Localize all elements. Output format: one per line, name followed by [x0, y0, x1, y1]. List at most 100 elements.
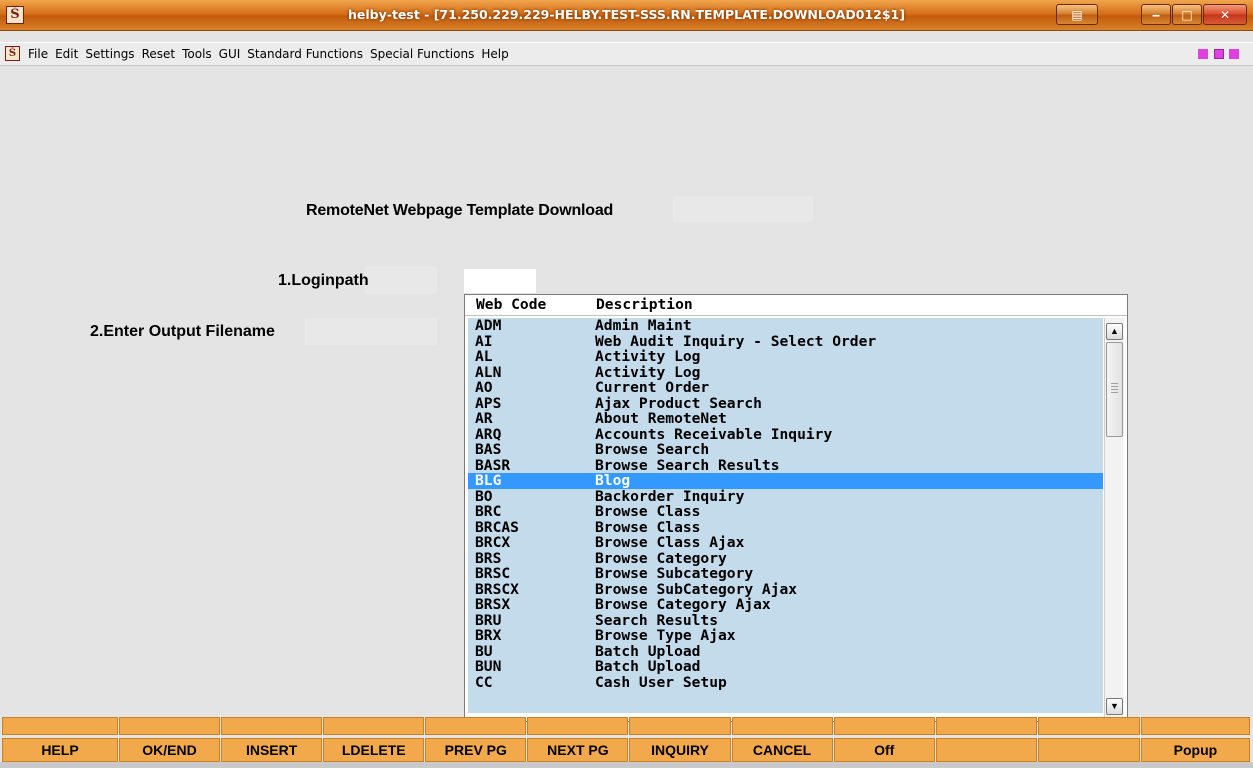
loginpath-input[interactable] [464, 269, 536, 293]
web-code-cell: AL [475, 348, 493, 365]
scroll-up-icon[interactable]: ▲ [1106, 323, 1123, 340]
fkey-empty-10[interactable] [935, 738, 1037, 762]
child-minimize-icon[interactable] [1198, 49, 1208, 59]
fkey-top-5[interactable] [425, 717, 527, 735]
function-key-bar-top [2, 717, 1251, 735]
loginpath-label: 1.Loginpath [278, 272, 369, 289]
column-header-web-code: Web Code [476, 296, 547, 313]
lookup-row[interactable]: BAS Browse Search [468, 442, 1103, 458]
menu-standard-functions[interactable]: Standard Functions [247, 43, 370, 65]
description-cell: Cash User Setup [595, 673, 727, 691]
menu-reset[interactable]: Reset [142, 43, 183, 65]
lookup-row[interactable]: AR About RemoteNet [468, 411, 1103, 427]
ldelete-button[interactable]: LDELETE [323, 738, 425, 762]
fkey-top-7[interactable] [629, 717, 731, 735]
web-code-cell: AO [475, 379, 493, 396]
lookup-row[interactable]: CC Cash User Setup [468, 675, 1103, 691]
lookup-row[interactable]: BRSC Browse Subcategory [468, 566, 1103, 582]
fkey-top-9[interactable] [833, 717, 935, 735]
document-icon[interactable]: Š [5, 46, 20, 61]
inquiry-button[interactable]: INQUIRY [629, 738, 731, 762]
web-code-cell: AI [475, 332, 493, 350]
lookup-row[interactable]: AO Current Order [468, 380, 1103, 396]
menu-edit[interactable]: Edit [55, 43, 85, 65]
window-title-bar[interactable]: Š helby-test - [71.250.229.229-HELBY.TES… [0, 0, 1253, 31]
screen-title: RemoteNet Webpage Template Download [306, 202, 614, 219]
web-code-cell: BASR [475, 456, 511, 474]
help-button[interactable]: HELP [2, 738, 118, 762]
menu-gui[interactable]: GUI [219, 43, 248, 65]
fkey-top-1[interactable] [2, 717, 118, 735]
title-background [673, 196, 813, 222]
fkey-top-12[interactable] [1140, 717, 1250, 735]
lookup-row[interactable]: BRSX Browse Category Ajax [468, 597, 1103, 613]
web-code-cell: BLG [475, 472, 502, 489]
fkey-top-10[interactable] [935, 717, 1037, 735]
next-page-button[interactable]: NEXT PG [527, 738, 629, 762]
menu-help[interactable]: Help [481, 43, 515, 65]
fkey-top-11[interactable] [1037, 717, 1140, 735]
switch-window-button[interactable]: ▤ [1056, 4, 1098, 25]
off-button[interactable]: Off [833, 738, 935, 762]
lookup-row[interactable]: BRU Search Results [468, 613, 1103, 629]
maximize-button[interactable]: □ [1172, 4, 1202, 25]
lookup-header: Web Code Description [465, 295, 1127, 316]
lookup-row[interactable]: APS Ajax Product Search [468, 396, 1103, 412]
fkey-top-2[interactable] [118, 717, 221, 735]
lookup-list[interactable]: ADM Admin Maint AI Web Audit Inquiry - Sele… [468, 318, 1103, 713]
web-code-cell: BRX [475, 627, 502, 644]
ok-end-button[interactable]: OK/END [118, 738, 221, 762]
lookup-row[interactable]: BU Batch Upload [468, 644, 1103, 660]
description-cell: Browse Class [595, 518, 701, 536]
child-close-icon[interactable] [1229, 49, 1239, 59]
web-code-cell: BRS [475, 549, 502, 567]
lookup-row[interactable]: BRC Browse Class [468, 504, 1103, 520]
function-key-bar: HELP OK/END INSERT LDELETE PREV PG NEXT … [2, 738, 1251, 762]
status-strip [0, 762, 1253, 768]
web-code-cell: BRCAS [475, 518, 519, 536]
lookup-row[interactable]: AL Activity Log [468, 349, 1103, 365]
grip-icon [1111, 383, 1118, 384]
web-code-cell: BRSC [475, 565, 511, 582]
menu-bar: Š File Edit Settings Reset Tools GUI Sta… [0, 42, 1253, 66]
scroll-thumb[interactable] [1106, 342, 1123, 437]
fkey-empty-11[interactable] [1037, 738, 1140, 762]
lookup-row[interactable]: BRSCX Browse SubCategory Ajax [468, 582, 1103, 598]
lookup-row[interactable]: AI Web Audit Inquiry - Select Order [468, 334, 1103, 350]
fkey-top-8[interactable] [731, 717, 833, 735]
web-code-lookup[interactable]: Web Code Description ADM Admin Maint AI Web… [464, 294, 1128, 722]
description-cell: Browse Search Results [595, 456, 780, 474]
lookup-row[interactable]: BRCAS Browse Class [468, 520, 1103, 536]
lookup-row[interactable]: BRCX Browse Class Ajax [468, 535, 1103, 551]
lookup-row[interactable]: BASR Browse Search Results [468, 458, 1103, 474]
lookup-row[interactable]: ALN Activity Log [468, 365, 1103, 381]
lookup-row[interactable]: ADM Admin Maint [468, 318, 1103, 334]
insert-button[interactable]: INSERT [221, 738, 323, 762]
cancel-button[interactable]: CANCEL [731, 738, 833, 762]
close-button[interactable]: ✕ [1203, 4, 1247, 25]
description-cell: Ajax Product Search [595, 394, 762, 412]
menu-file[interactable]: File [28, 43, 55, 65]
lookup-scrollbar[interactable]: ▲ ▼ [1104, 318, 1124, 719]
menu-special-functions[interactable]: Special Functions [370, 43, 481, 65]
fkey-top-4[interactable] [323, 717, 425, 735]
lookup-row[interactable]: BRS Browse Category [468, 551, 1103, 567]
lookup-row[interactable]: BO Backorder Inquiry [468, 489, 1103, 505]
menu-tools[interactable]: Tools [182, 43, 219, 65]
lookup-row[interactable]: BRX Browse Type Ajax [468, 628, 1103, 644]
fkey-top-6[interactable] [527, 717, 629, 735]
lookup-row[interactable]: BLG Blog [468, 473, 1103, 489]
fkey-top-3[interactable] [221, 717, 323, 735]
lookup-row[interactable]: ARQ Accounts Receivable Inquiry [468, 427, 1103, 443]
description-cell: Browse Class Ajax [595, 534, 745, 551]
minimize-button[interactable]: ‒ [1141, 4, 1171, 25]
web-code-cell: CC [475, 673, 493, 691]
lookup-row[interactable]: BUN Batch Upload [468, 659, 1103, 675]
menu-settings[interactable]: Settings [85, 43, 141, 65]
description-cell: Browse Subcategory [595, 565, 754, 582]
scroll-down-icon[interactable]: ▼ [1106, 698, 1123, 715]
child-restore-icon[interactable] [1214, 49, 1224, 59]
description-cell: Current Order [595, 379, 710, 396]
prev-page-button[interactable]: PREV PG [425, 738, 527, 762]
popup-button[interactable]: Popup [1140, 738, 1250, 762]
